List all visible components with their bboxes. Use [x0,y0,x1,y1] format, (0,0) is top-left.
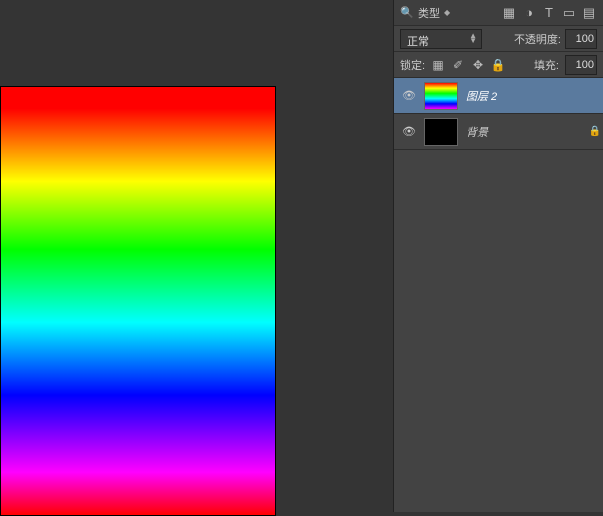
filter-smartobj-icon[interactable]: ▤ [581,5,597,21]
layer-filter-row: 🔍 类型 ◆ ▦ ◑ T ▭ ▤ [394,0,603,26]
layer-item[interactable]: 👁 图层 2 [394,78,603,114]
blend-mode-select[interactable]: 正常 ▲▼ [400,29,482,49]
opacity-label: 不透明度: [514,31,561,47]
visibility-toggle[interactable]: 👁 [400,87,418,105]
visibility-toggle[interactable]: 👁 [400,123,418,141]
fill-input[interactable] [565,55,597,75]
blend-row: 正常 ▲▼ 不透明度: [394,26,603,52]
layer-lock-icon: 🔒 [587,126,603,137]
layer-thumbnail[interactable] [424,82,458,110]
layer-item[interactable]: 👁 背景 🔒 [394,114,603,150]
lock-brush-icon[interactable]: ✐ [451,58,465,72]
filter-type-label[interactable]: 类型 [418,5,440,21]
chevron-down-icon[interactable]: ◆ [444,8,450,17]
lock-position-icon[interactable]: ✥ [471,58,485,72]
gradient-fill [1,87,275,515]
layers-panel: 🔍 类型 ◆ ▦ ◑ T ▭ ▤ 正常 ▲▼ 不透明度: 锁定: ▦ ✐ ✥ 🔒… [393,0,603,512]
opacity-input[interactable] [565,29,597,49]
blend-mode-value: 正常 [407,33,429,49]
filter-adjust-icon[interactable]: ◑ [521,5,537,21]
layers-list: 👁 图层 2 👁 背景 🔒 [394,78,603,150]
fill-label: 填充: [534,57,559,73]
filter-text-icon[interactable]: T [541,5,557,21]
lock-pixels-icon[interactable]: ▦ [431,58,445,72]
filter-shape-icon[interactable]: ▭ [561,5,577,21]
lock-all-icon[interactable]: 🔒 [491,58,505,72]
layer-name[interactable]: 背景 [466,124,488,140]
layer-name[interactable]: 图层 2 [466,88,497,104]
layer-thumbnail[interactable] [424,118,458,146]
lock-label: 锁定: [400,57,425,73]
lock-icons-group: ▦ ✐ ✥ 🔒 [431,58,505,72]
canvas-area [0,0,391,512]
lock-row: 锁定: ▦ ✐ ✥ 🔒 填充: [394,52,603,78]
canvas[interactable] [0,86,276,516]
filter-image-icon[interactable]: ▦ [501,5,517,21]
blend-chevron-icon: ▲▼ [469,33,477,43]
search-icon[interactable]: 🔍 [400,6,414,20]
